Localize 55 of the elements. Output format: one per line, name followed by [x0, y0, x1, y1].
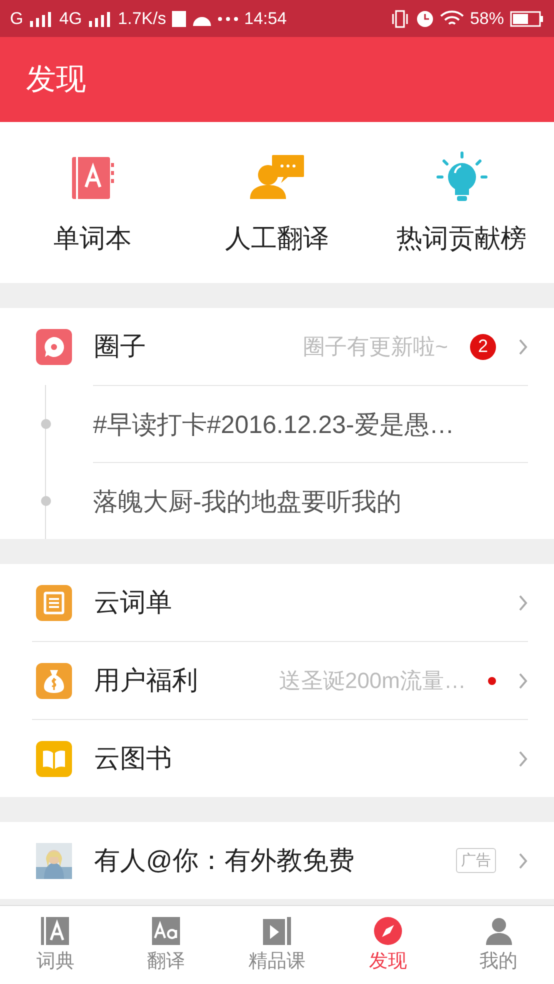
update-hint: 圈子有更新啦~: [303, 332, 448, 360]
circle-row[interactable]: 圈子 圈子有更新啦~ 2: [0, 308, 554, 385]
menu-row[interactable]: 云图书: [0, 720, 554, 797]
row-title: 圈子: [94, 330, 147, 363]
person-speech-icon: [248, 155, 306, 201]
vibrate-icon: [390, 10, 410, 28]
chevron-icon: [518, 594, 528, 612]
open-book-icon: [36, 740, 72, 776]
menu-row[interactable]: 用户福利 送圣诞200m流量…: [0, 642, 554, 719]
shortcut-button[interactable]: 单词本: [0, 149, 185, 256]
shortcut-button[interactable]: 热词贡献榜: [369, 149, 554, 256]
post-title[interactable]: #早读打卡#2016.12.23-爱是愚…: [93, 408, 454, 440]
notebook-icon: [69, 155, 116, 201]
money-bag-icon: [36, 662, 72, 698]
promo-hint: 送圣诞200m流量…: [278, 666, 466, 694]
timeline-dot: [40, 496, 50, 506]
page-title: 发现: [26, 62, 86, 98]
ad-title: 有人@你：有外教免费: [94, 844, 356, 877]
count-badge: 2: [470, 334, 496, 360]
alarm-icon: [416, 10, 434, 28]
chevron-icon: [518, 672, 528, 690]
battery-level: 58%: [470, 8, 504, 28]
clock-time: 14:54: [244, 8, 287, 28]
chevron-icon: [518, 338, 528, 356]
chevron-icon: [518, 750, 528, 768]
nav-tab[interactable]: 精品课: [222, 906, 332, 984]
shortcut-button[interactable]: 人工翻译: [184, 149, 370, 256]
post-title[interactable]: 落魄大厨-我的地盘要听我的: [93, 484, 402, 518]
chevron-icon: [518, 852, 528, 870]
ad-tag: 广告: [456, 848, 496, 873]
more-icon: [218, 16, 238, 20]
signal-icon: [88, 10, 112, 26]
menu-row[interactable]: 云词单: [0, 564, 554, 641]
letters-icon: [151, 916, 182, 946]
network-label: G: [10, 8, 24, 28]
chat-bubble-icon: [36, 328, 72, 364]
compass-icon: [372, 916, 403, 946]
network-label: 4G: [59, 8, 82, 28]
nav-tab[interactable]: 词典: [0, 906, 111, 984]
battery-icon: [510, 10, 544, 26]
nav-tab[interactable]: 我的: [443, 906, 554, 984]
video-icon: [262, 916, 292, 946]
signal-icon: [29, 10, 54, 26]
ad-row[interactable]: 有人@你：有外教免费 广告: [0, 822, 554, 899]
row-title: 用户福利: [94, 664, 199, 697]
row-title: 云图书: [94, 742, 173, 775]
speed-label: 1.7K/s: [118, 8, 166, 28]
nav-tab[interactable]: 发现: [332, 906, 444, 984]
row-title: 云词单: [94, 586, 173, 619]
wifi-icon: [440, 10, 464, 28]
dictionary-icon: [40, 916, 70, 946]
timeline-dot: [40, 418, 50, 428]
nav-tab[interactable]: 翻译: [110, 906, 222, 984]
list-icon: [36, 584, 72, 620]
person-icon: [484, 916, 514, 946]
